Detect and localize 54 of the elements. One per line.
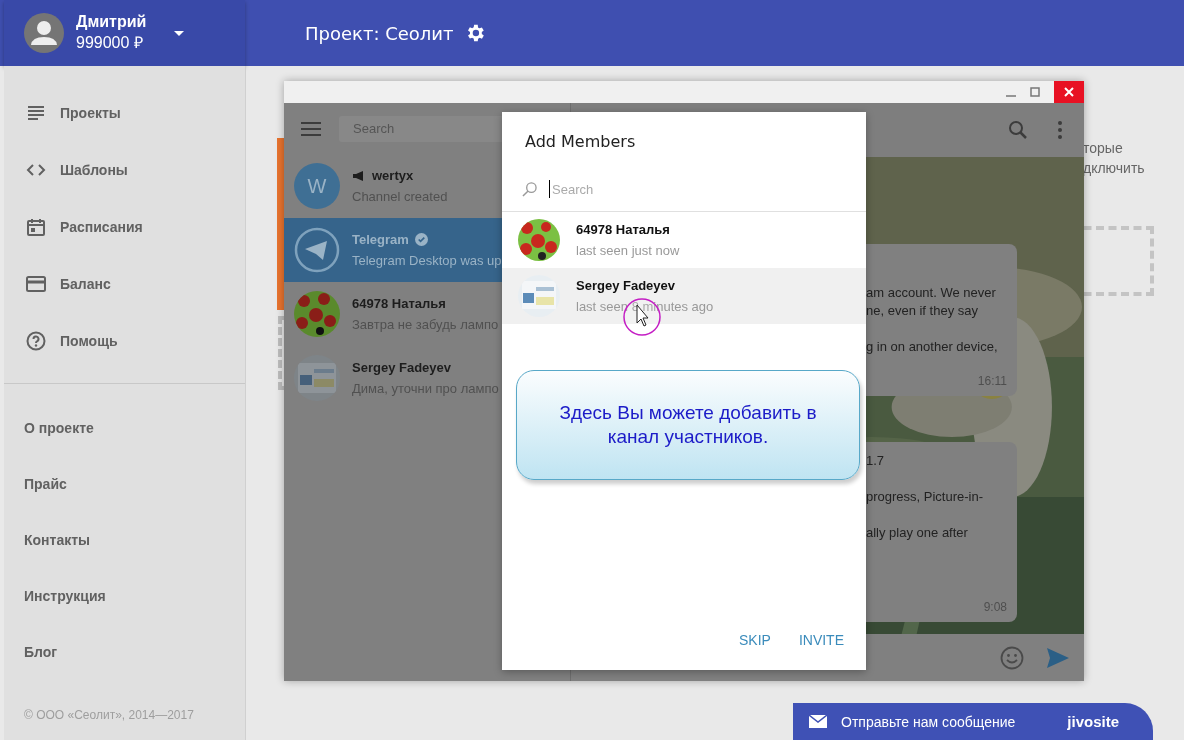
dialog-button[interactable]: SKIP [728,626,781,654]
menu-icon[interactable] [301,120,321,137]
member-name: 64978 Наталья [576,222,671,237]
close-button[interactable] [1054,81,1084,103]
user-avatar-icon [24,13,64,53]
member-name: Sergey Fadeyev [576,278,676,293]
sidebar-item[interactable]: Расписания [4,198,245,255]
chat-name: Sergey Fadeyev [352,360,451,375]
calendar-icon [26,216,46,237]
sidebar-item[interactable]: Баланс [4,255,245,312]
tooltip-text: Здесь Вы можете добавить в канал участников. [558,401,818,449]
megaphone-icon [352,169,366,182]
message-text: 1.7 [866,452,886,470]
chat-widget-label: Отправьте нам сообщение [841,713,1016,730]
chat-widget-bar[interactable]: Отправьте нам сообщение jivosite [793,703,1153,740]
copyright-text: © ООО «Сеолит», 2014—2017 [23,708,195,722]
letter-avatar: W [294,163,340,209]
chat-name: wertyx [372,168,414,183]
send-icon[interactable] [1046,646,1070,669]
search-icon [522,181,537,197]
sidebar-link[interactable]: Инструкция [4,568,245,624]
page-text: дключить [1083,160,1145,176]
sidebar-item[interactable]: Помощь [4,312,245,369]
sidebar-item[interactable]: Шаблоны [4,141,245,198]
help-icon [26,330,46,351]
project-title: Проект: Сеолит [305,22,454,44]
emoji-icon[interactable] [1000,645,1024,670]
sidebar-item[interactable]: Проекты [4,84,245,141]
message-text: am account. We never [866,284,997,302]
chat-name: Telegram [352,232,409,247]
close-icon [1064,87,1074,97]
credit-card-icon [26,273,46,294]
sidebar-link[interactable]: Контакты [4,512,245,568]
chat-preview: Telegram Desktop was up [352,253,502,268]
member-status: last seen just now [576,243,680,258]
sidebar-link[interactable]: О проекте [4,400,245,456]
brand-logo-text: jivosite [1067,713,1119,730]
user-name: Дмитрий [76,13,147,31]
message-text: ally play one after [866,524,969,542]
page-text: торые [1083,140,1124,156]
chat-name: 64978 Наталья [352,296,446,311]
message-text: g in on another device, [866,338,999,356]
caret-icon[interactable] [174,30,185,36]
sidebar-link[interactable]: Прайс [4,456,245,512]
message-text: ne, even if they say [866,302,979,320]
message-text: progress, Picture-in- [866,488,985,506]
paper-plane-icon [294,227,340,273]
user-balance: 999000 ₽ [76,33,144,53]
sidebar-link[interactable]: Блог [4,624,245,680]
more-icon[interactable] [1058,121,1062,139]
search-icon[interactable] [1008,120,1028,140]
maximize-icon[interactable] [1030,87,1040,97]
envelope-icon [809,715,827,728]
dialog-button[interactable]: INVITE [788,626,854,654]
